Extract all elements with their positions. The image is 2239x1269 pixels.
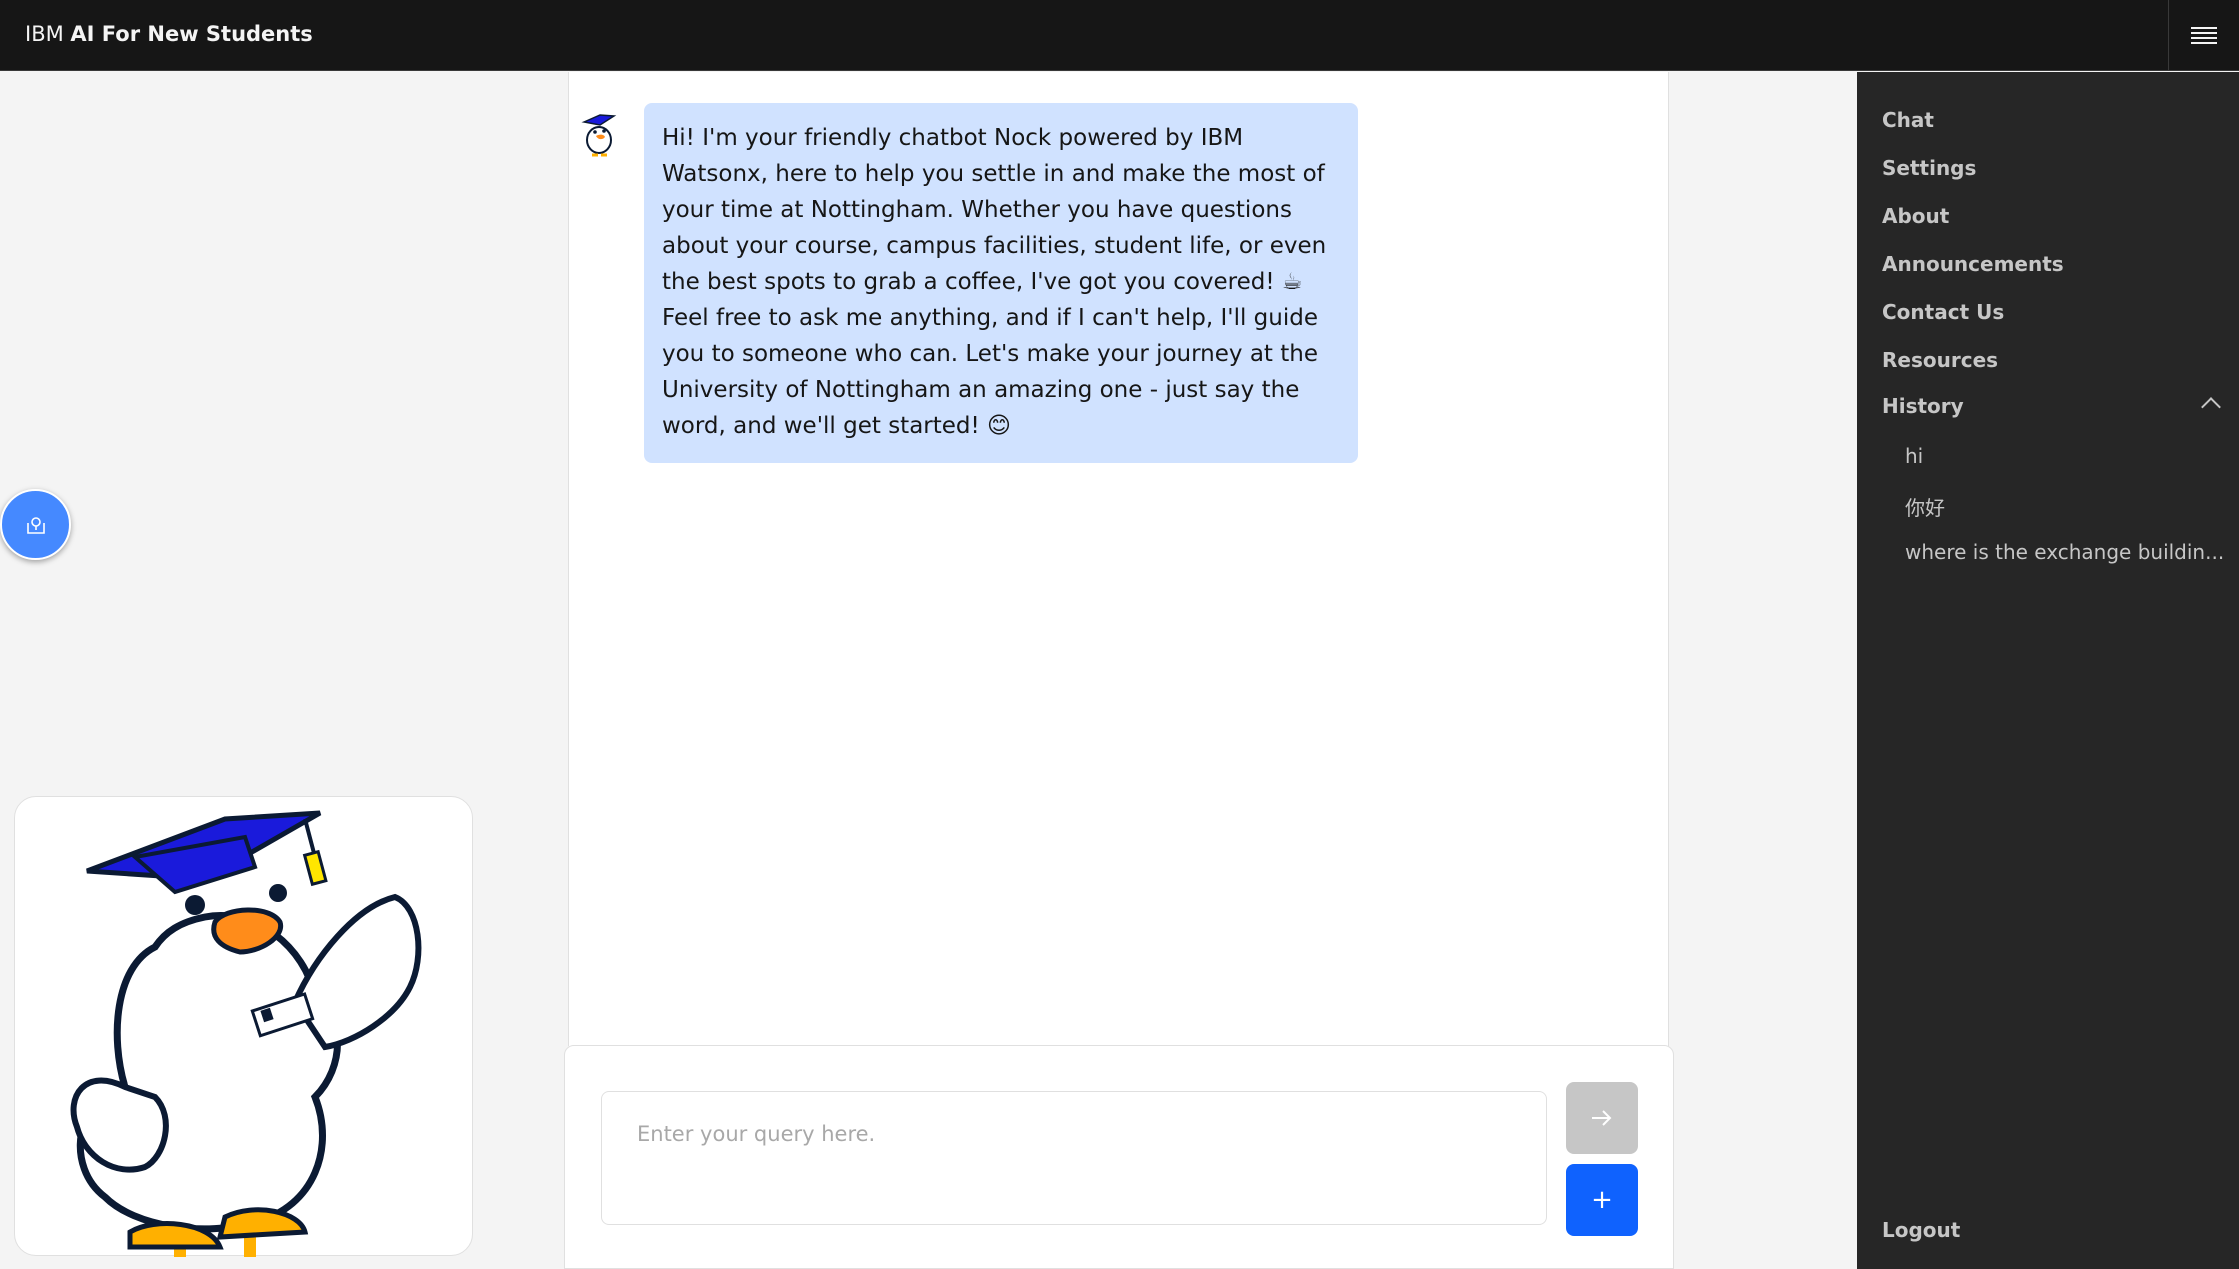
sidebar-item-history[interactable]: History (1882, 394, 2222, 424)
sidebar-item-contact-us[interactable]: Contact Us (1882, 300, 2004, 324)
bot-message-bubble: Hi! I'm your friendly chatbot Nock power… (644, 103, 1358, 463)
sidebar-item-settings[interactable]: Settings (1882, 156, 1976, 180)
sidebar-item-about[interactable]: About (1882, 204, 1949, 228)
sidebar-item-resources[interactable]: Resources (1882, 348, 1998, 372)
history-label: History (1882, 394, 1964, 418)
duck-mascot-image (70, 810, 422, 1267)
message-paragraph: Hi! I'm your friendly chatbot Nock power… (662, 125, 1327, 295)
hamburger-menu-icon (2191, 26, 2217, 45)
message-paragraph: Feel free to ask me anything, and if I c… (662, 305, 1318, 439)
composer-card: + (564, 1045, 1674, 1269)
logout-button[interactable]: Logout (1882, 1218, 1960, 1242)
menu-toggle-button[interactable] (2168, 0, 2239, 71)
bot-avatar (581, 114, 617, 157)
brand-name: AI For New Students (70, 22, 313, 46)
history-item[interactable]: hi (1905, 444, 1923, 468)
new-chat-button[interactable]: + (1566, 1164, 1638, 1236)
location-button[interactable] (0, 489, 71, 560)
brand-prefix: IBM (25, 22, 64, 46)
mascot-card (14, 796, 473, 1267)
side-navigation: Chat Settings About Announcements Contac… (1857, 72, 2239, 1269)
arrow-right-icon (1592, 1110, 1612, 1126)
map-pin-icon (26, 516, 45, 534)
header-bar: IBM AI For New Students (0, 0, 2239, 71)
app-title[interactable]: IBM AI For New Students (25, 22, 313, 46)
sidebar-item-announcements[interactable]: Announcements (1882, 252, 2064, 276)
query-input[interactable] (601, 1091, 1547, 1225)
history-item[interactable]: 你好 (1905, 492, 1945, 521)
new-chat-label: + (1591, 1185, 1613, 1215)
sidebar-item-chat[interactable]: Chat (1882, 108, 1934, 132)
history-item[interactable]: where is the exchange buildin... (1905, 540, 2224, 564)
send-button[interactable] (1566, 1082, 1638, 1154)
chevron-up-icon (2201, 397, 2221, 417)
